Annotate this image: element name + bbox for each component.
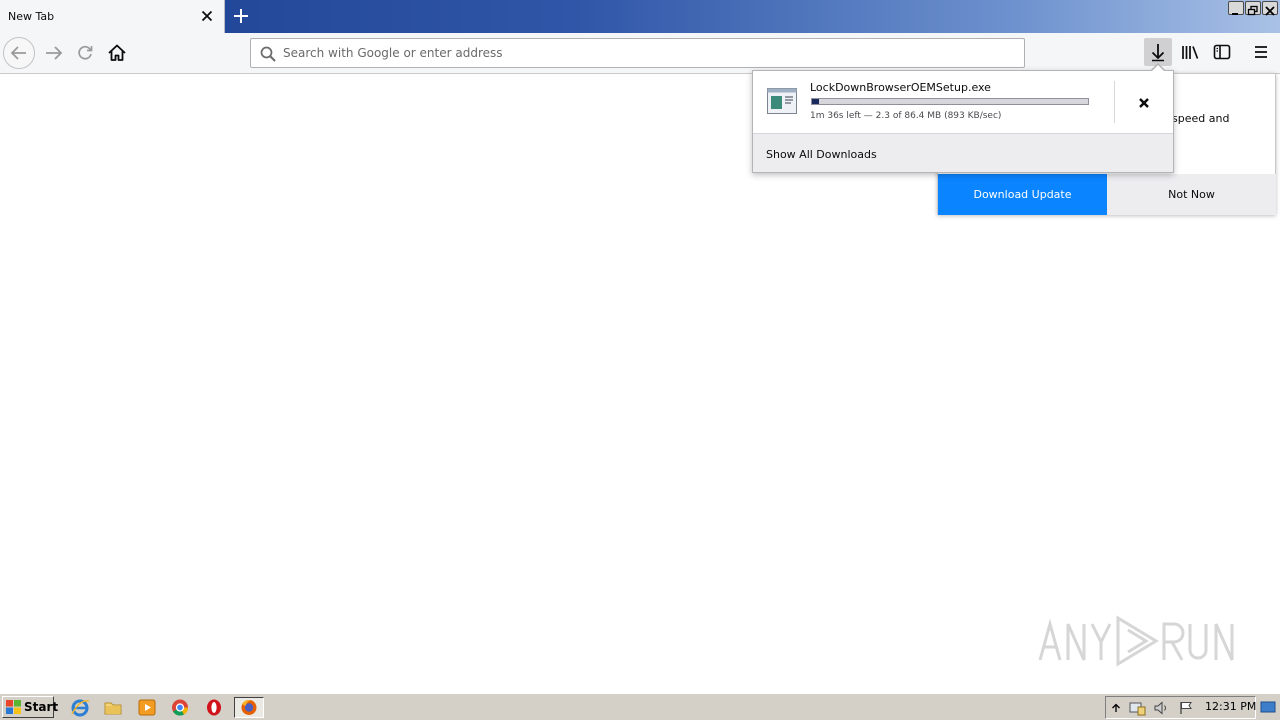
close-window-button[interactable] xyxy=(1262,1,1278,16)
close-icon xyxy=(1139,98,1149,108)
reload-button[interactable] xyxy=(69,37,101,69)
reload-icon xyxy=(78,45,93,60)
start-button[interactable]: Start xyxy=(2,696,58,718)
download-update-button[interactable]: Download Update xyxy=(938,174,1107,215)
panel-arrow-fill xyxy=(1151,65,1165,72)
download-progress-bar xyxy=(811,98,1089,105)
internet-explorer-icon[interactable] xyxy=(69,697,91,718)
update-notification-text: speed and xyxy=(1172,112,1230,125)
volume-icon[interactable] xyxy=(1151,698,1171,719)
action-center-flag-icon[interactable] xyxy=(1176,698,1196,719)
downloads-panel: LockDownBrowserOEMSetup.exe 1m 36s left … xyxy=(752,70,1174,173)
tab-new-tab[interactable]: New Tab xyxy=(0,0,225,33)
network-icon[interactable] xyxy=(1127,698,1147,719)
tab-title: New Tab xyxy=(8,10,55,23)
media-player-icon[interactable] xyxy=(136,697,158,718)
firefox-icon[interactable] xyxy=(234,697,264,718)
folder-icon[interactable] xyxy=(102,697,124,718)
clock[interactable]: 12:31 PM xyxy=(1205,700,1256,713)
url-bar[interactable] xyxy=(250,38,1025,68)
divider xyxy=(1114,81,1115,123)
windows-logo-icon xyxy=(6,700,21,714)
download-progress-fill xyxy=(812,99,820,104)
new-tab-button[interactable] xyxy=(229,4,253,28)
tab-bar: New Tab xyxy=(0,0,1280,33)
anyrun-watermark-logo xyxy=(1038,610,1238,672)
search-icon xyxy=(259,45,277,63)
downloads-button[interactable] xyxy=(1144,38,1172,66)
chrome-icon[interactable] xyxy=(169,697,191,718)
downloads-footer: Show All Downloads xyxy=(753,133,1173,172)
download-item[interactable]: LockDownBrowserOEMSetup.exe 1m 36s left … xyxy=(753,71,1173,133)
download-arrow-icon xyxy=(1151,44,1165,62)
start-label: Start xyxy=(24,700,59,714)
download-filename: LockDownBrowserOEMSetup.exe xyxy=(810,81,991,94)
forward-arrow-icon xyxy=(46,46,63,60)
restore-window-button[interactable] xyxy=(1245,1,1261,16)
forward-button[interactable] xyxy=(37,37,69,69)
minimize-window-button[interactable] xyxy=(1228,1,1244,15)
close-tab-icon[interactable] xyxy=(199,8,215,24)
url-input[interactable] xyxy=(283,44,1003,62)
application-file-icon xyxy=(766,87,798,115)
nav-bar xyxy=(0,33,1280,74)
screen: New Tab Search with Google or enter addr… xyxy=(0,0,1280,720)
download-status: 1m 36s left — 2.3 of 86.4 MB (893 KB/sec… xyxy=(810,111,1002,121)
back-button[interactable] xyxy=(3,37,35,69)
show-desktop-button[interactable] xyxy=(1260,698,1276,716)
show-hidden-icons-icon[interactable] xyxy=(1110,698,1122,719)
library-button[interactable] xyxy=(1176,38,1204,66)
show-all-downloads-button[interactable]: Show All Downloads xyxy=(766,148,877,161)
sidebar-button[interactable] xyxy=(1208,38,1236,66)
opera-icon[interactable] xyxy=(203,697,225,718)
menu-button[interactable] xyxy=(1247,38,1275,66)
back-arrow-icon xyxy=(10,46,26,60)
home-button[interactable] xyxy=(101,37,133,69)
sidebar-icon xyxy=(1213,44,1231,60)
not-now-button[interactable]: Not Now xyxy=(1107,174,1276,215)
cancel-download-button[interactable] xyxy=(1134,93,1154,113)
taskbar: Start 12:31 PM xyxy=(0,693,1280,720)
library-icon xyxy=(1182,46,1199,59)
home-icon xyxy=(108,44,126,61)
hamburger-menu-icon xyxy=(1255,46,1267,58)
